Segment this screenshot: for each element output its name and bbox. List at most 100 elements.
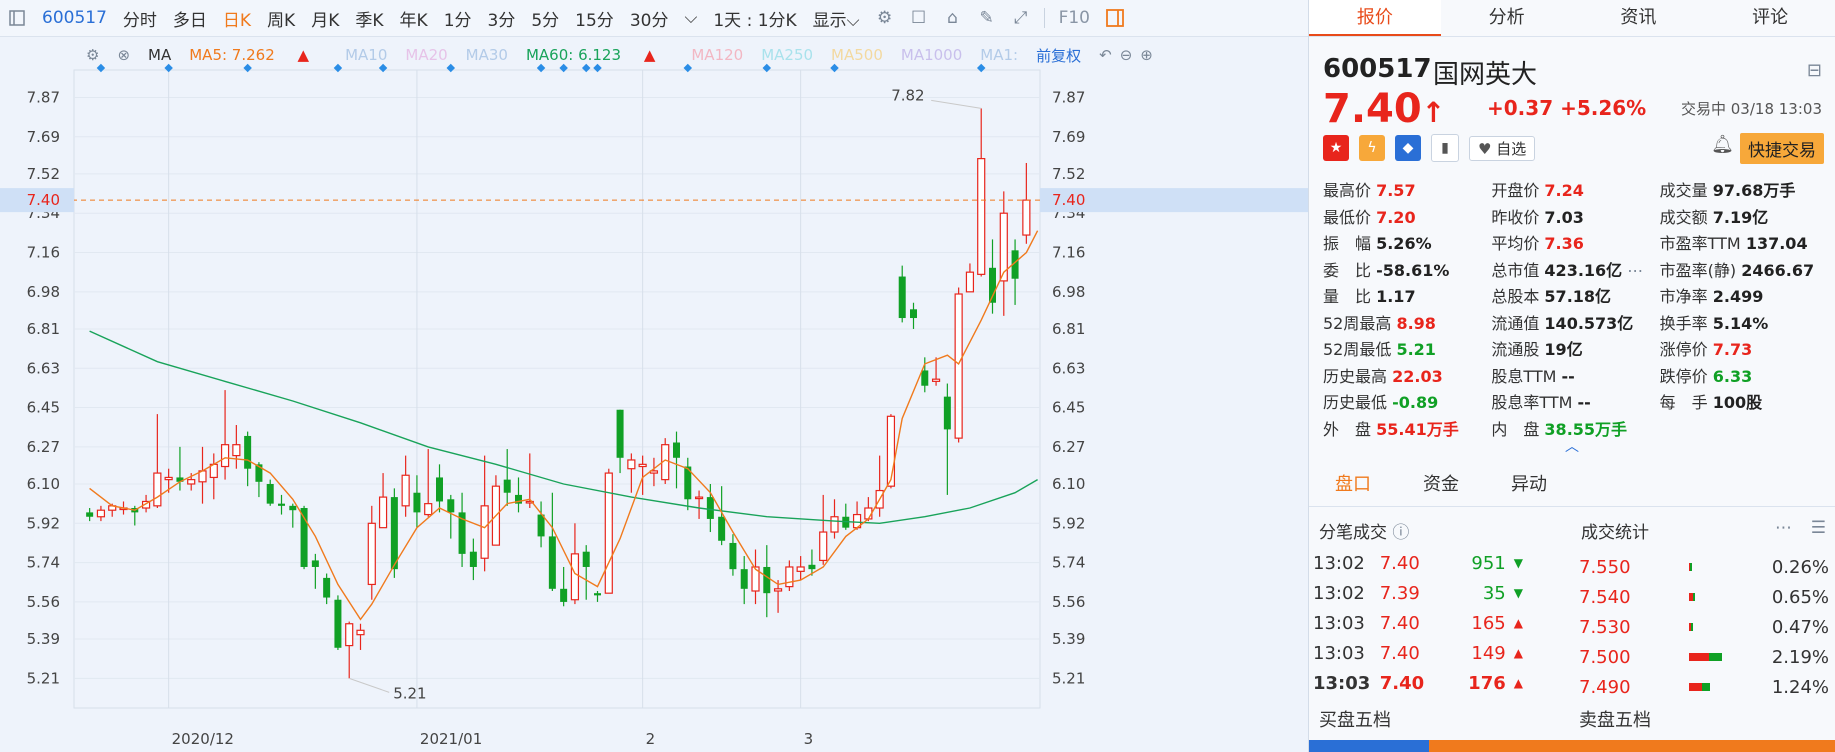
more-icon[interactable]: ⋯	[1775, 518, 1792, 538]
period-tab[interactable]: 30分	[622, 6, 677, 31]
chevron-down-icon[interactable]: ⌵	[676, 8, 705, 28]
fuquan-button[interactable]: 前复权	[1036, 45, 1081, 66]
candle-body-up[interactable]	[96, 509, 106, 518]
period-tab[interactable]: 年K	[392, 6, 436, 31]
candle-body-up[interactable]	[638, 463, 647, 468]
candle-body-down[interactable]	[447, 499, 455, 513]
period-tab[interactable]: 1分	[436, 6, 480, 31]
panel-toggle-icon[interactable]	[1104, 7, 1126, 29]
candle-body-up[interactable]	[187, 479, 196, 485]
help-icon[interactable]: ⓘ	[1392, 523, 1409, 543]
tab-analysis[interactable]: 分析	[1441, 0, 1573, 36]
period-tab[interactable]: 5分	[523, 6, 567, 31]
sidebar-toggle-icon[interactable]	[6, 7, 28, 29]
candle-body-down[interactable]	[311, 560, 319, 567]
candle-body-down[interactable]	[594, 593, 601, 596]
candle-body-down[interactable]	[266, 483, 274, 504]
candle-body-down[interactable]	[289, 505, 297, 511]
candle-body-up[interactable]	[153, 472, 162, 507]
candle-body-up[interactable]	[367, 522, 376, 586]
period-tab[interactable]: 15分	[567, 6, 622, 31]
undo-icon[interactable]: ↶	[1099, 46, 1112, 64]
ma-label[interactable]: MA	[148, 46, 171, 64]
candle-body-up[interactable]	[570, 553, 580, 601]
candle-body-up[interactable]	[819, 531, 828, 562]
tab-comments[interactable]: 评论	[1704, 0, 1835, 36]
candle-body-down[interactable]	[86, 512, 94, 517]
expand-icon[interactable]: ⤢	[1010, 7, 1032, 29]
f10-button[interactable]: F10	[1051, 8, 1098, 28]
candle-body-up[interactable]	[977, 158, 986, 275]
candle-body-up[interactable]	[604, 472, 613, 594]
tab-capital[interactable]: 资金	[1397, 470, 1485, 496]
panel-collapse-icon[interactable]: ⊟	[1807, 60, 1822, 81]
stock-code-tab[interactable]: 600517	[34, 8, 115, 28]
candle-body-up[interactable]	[830, 516, 839, 533]
period-tab[interactable]: 季K	[347, 6, 391, 31]
fast-trade-button[interactable]: 快捷交易	[1740, 133, 1824, 164]
period-select[interactable]: 1天 : 1分K	[705, 6, 804, 31]
candle-body-up[interactable]	[356, 629, 365, 636]
candle-body-up[interactable]	[931, 378, 941, 382]
candle-body-up[interactable]	[954, 293, 963, 439]
buy-book-label[interactable]: 买盘五档	[1319, 706, 1579, 732]
bookmark-icon[interactable]: ▮	[1431, 134, 1459, 162]
candle-body-down[interactable]	[808, 564, 816, 570]
close-icon[interactable]: ⊗	[117, 46, 130, 64]
candle-body-up[interactable]	[796, 566, 805, 572]
candle-body-up[interactable]	[1022, 199, 1031, 236]
candle-body-down[interactable]	[390, 497, 398, 570]
add-favorite-button[interactable]: ♥ 自选	[1469, 135, 1536, 161]
period-tab[interactable]: 月K	[303, 6, 347, 31]
candle-body-down[interactable]	[244, 435, 252, 469]
square-icon[interactable]: ☐	[908, 7, 930, 29]
candle-body-up[interactable]	[480, 505, 489, 559]
candle-body-down[interactable]	[413, 492, 421, 513]
kline-chart[interactable]: 7.87 7.877.69 7.697.52 7.527.34 7.347.16 7.16…	[0, 36, 1308, 752]
candle-body-down[interactable]	[921, 370, 929, 386]
zoom-in-icon[interactable]: ⊕	[1140, 46, 1153, 64]
candle-body-up[interactable]	[694, 496, 704, 500]
candle-body-down[interactable]	[582, 551, 590, 567]
period-tab[interactable]: 多日	[165, 6, 215, 31]
gear-icon[interactable]: ⚙	[874, 7, 896, 29]
tag-icon[interactable]: ◆	[1395, 135, 1421, 161]
sell-book-label[interactable]: 卖盘五档	[1579, 706, 1651, 732]
display-menu[interactable]: 显示⌵	[805, 6, 868, 31]
candle-body-down[interactable]	[718, 516, 726, 541]
candle-body-down[interactable]	[673, 442, 680, 458]
candle-body-up[interactable]	[785, 566, 794, 588]
list-icon[interactable]: ☰	[1811, 518, 1826, 538]
candle-body-down[interactable]	[469, 551, 477, 567]
candle-body-down[interactable]	[616, 409, 624, 458]
china-flag-icon[interactable]: ★	[1323, 135, 1349, 161]
candle-body-down[interactable]	[503, 479, 511, 493]
bell-icon[interactable]: 🔔︎	[1711, 134, 1734, 155]
tab-news[interactable]: 资讯	[1573, 0, 1705, 36]
candle-body-down[interactable]	[729, 542, 737, 570]
camera-icon[interactable]: ⌂	[942, 7, 964, 29]
candle-body-up[interactable]	[378, 496, 388, 529]
period-tab-active[interactable]: 日K	[215, 6, 259, 31]
candle-body-up[interactable]	[232, 444, 241, 457]
collapse-icon[interactable]: ︿	[1565, 436, 1579, 456]
candle-body-down[interactable]	[334, 599, 342, 648]
candle-body-up[interactable]	[401, 474, 410, 507]
pencil-icon[interactable]: ✎	[976, 7, 998, 29]
candle-body-down[interactable]	[943, 396, 951, 430]
candle-body-up[interactable]	[220, 444, 230, 468]
candle-body-up[interactable]	[164, 476, 173, 481]
period-tab[interactable]: 周K	[259, 6, 303, 31]
candle-body-down[interactable]	[898, 276, 906, 319]
candle-body-down[interactable]	[323, 577, 331, 598]
candle-body-down[interactable]	[278, 503, 285, 506]
more-icon[interactable]: ⋯	[1622, 261, 1643, 280]
candle-body-up[interactable]	[773, 588, 783, 592]
candle-body-down[interactable]	[560, 588, 568, 602]
candle-body-up[interactable]	[965, 271, 975, 293]
candle-body-down[interactable]	[537, 514, 545, 537]
tab-orderbook[interactable]: 盘口	[1309, 470, 1397, 496]
candle-body-down[interactable]	[706, 497, 714, 519]
candle-body-down[interactable]	[436, 477, 443, 502]
tab-quote[interactable]: 报价	[1309, 0, 1441, 36]
